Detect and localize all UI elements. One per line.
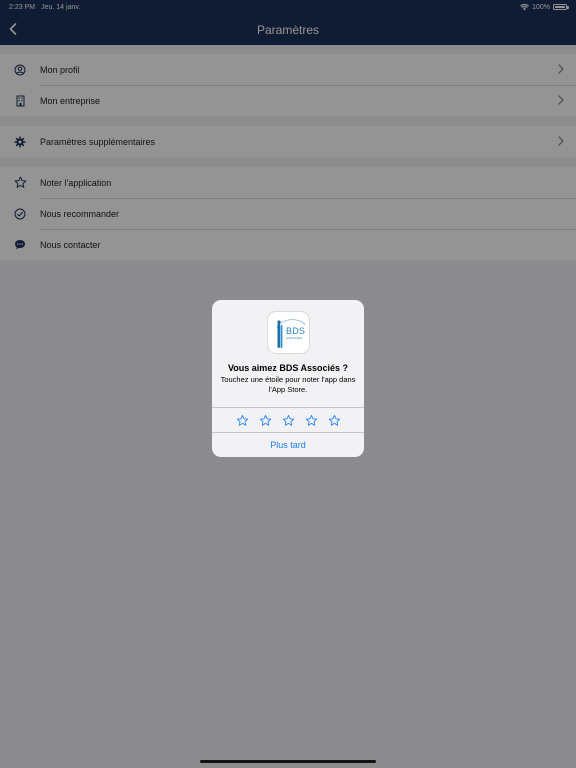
rating-alert: BDS ASSOCIÉS Vous aimez BDS Associés ? T… bbox=[212, 300, 364, 457]
star-rating-5[interactable] bbox=[327, 413, 341, 427]
alert-title: Vous aimez BDS Associés ? bbox=[227, 363, 349, 373]
home-indicator[interactable] bbox=[200, 760, 376, 763]
app-logo-word: BDS bbox=[286, 326, 306, 336]
star-icon bbox=[305, 414, 317, 426]
star-icon bbox=[236, 414, 248, 426]
app-logo-subtitle: ASSOCIÉS bbox=[286, 336, 303, 340]
star-rating-3[interactable] bbox=[281, 413, 295, 427]
star-icon bbox=[259, 414, 271, 426]
star-icon bbox=[282, 414, 294, 426]
star-rating-4[interactable] bbox=[304, 413, 318, 427]
star-rating-2[interactable] bbox=[258, 413, 272, 427]
star-icon bbox=[328, 414, 340, 426]
app-logo: BDS ASSOCIÉS bbox=[267, 311, 310, 354]
alert-message: Touchez une étoile pour noter l'app dans… bbox=[220, 375, 356, 394]
star-rating bbox=[212, 408, 364, 432]
star-rating-1[interactable] bbox=[235, 413, 249, 427]
later-button[interactable]: Plus tard bbox=[212, 433, 364, 457]
